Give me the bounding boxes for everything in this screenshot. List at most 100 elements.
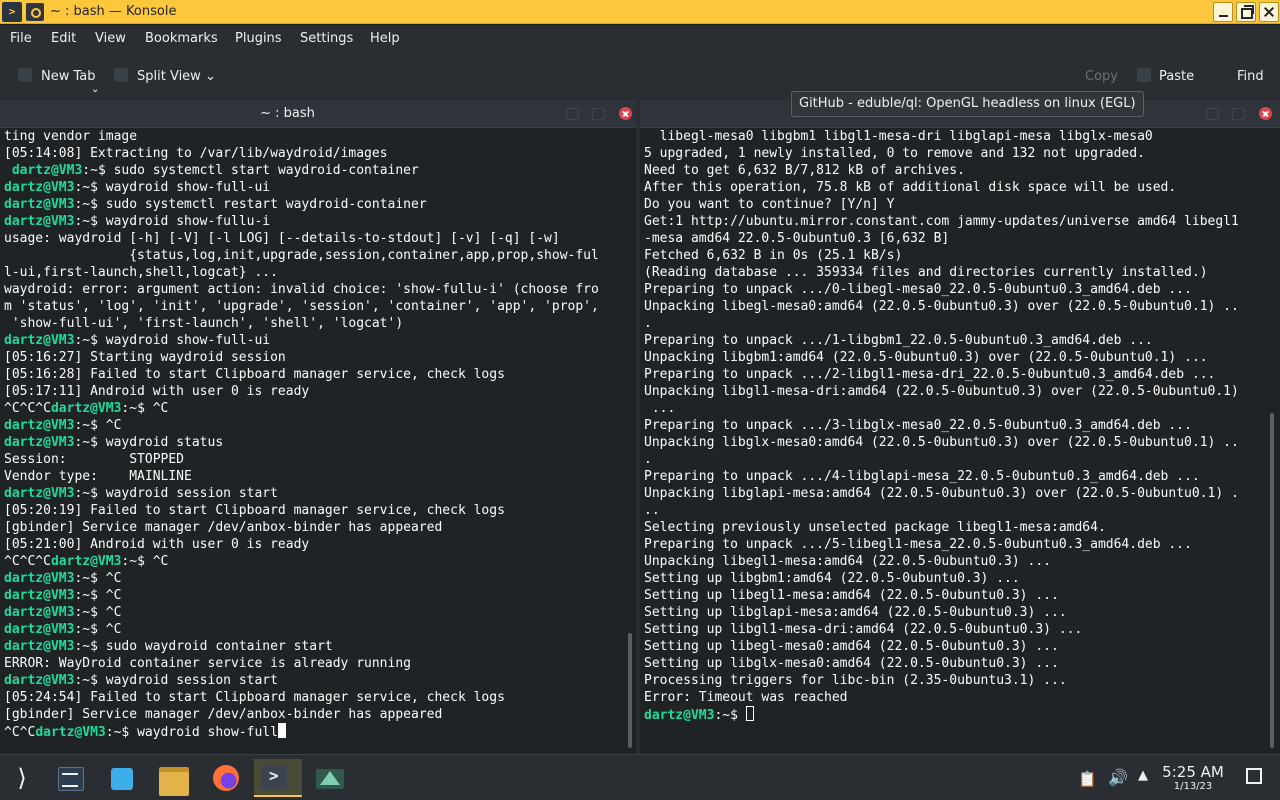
output-text: [05:21:00] Android with user 0 is ready	[4, 537, 310, 552]
prompt-user: dartz@VM3	[644, 708, 715, 723]
output-text: Selecting previously unselected package …	[644, 520, 1106, 535]
split-view-dropdown-icon[interactable]: ⌄	[205, 69, 216, 84]
find-button[interactable]: Find	[1237, 69, 1264, 84]
terminal-cursor	[745, 706, 754, 721]
show-desktop-icon[interactable]	[1246, 768, 1262, 784]
terminal-line: Session: STOPPED	[0, 451, 624, 468]
system-settings-icon[interactable]	[50, 759, 90, 797]
keep-above-pin-icon[interactable]	[26, 3, 44, 21]
terminal-line: dartz@VM3:~$ ^C	[0, 621, 624, 638]
split-view-button[interactable]: Split View	[137, 69, 201, 84]
left-scroll-thumb[interactable]	[628, 633, 632, 748]
terminal-line: ..	[640, 502, 1264, 519]
right-terminal[interactable]: libegl-mesa0 libgbm1 libgl1-mesa-dri lib…	[640, 128, 1264, 754]
title-bar: > ~ : bash — Konsole	[0, 0, 1280, 24]
prompt-user: dartz@VM3	[4, 333, 75, 348]
left-pane-close-icon[interactable]	[619, 107, 632, 120]
menu-settings[interactable]: Settings	[300, 31, 353, 46]
terminal-line: Preparing to unpack .../4-libglapi-mesa_…	[640, 468, 1264, 485]
clock-date[interactable]: 1/13/23	[1162, 781, 1224, 792]
command-text: $ waydroid show-full	[121, 725, 278, 740]
close-window-button[interactable]	[1259, 2, 1279, 22]
prompt-user: dartz@VM3	[4, 605, 75, 620]
terminal-line: Preparing to unpack .../3-libglx-mesa0_2…	[640, 417, 1264, 434]
menu-view[interactable]: View	[95, 31, 126, 46]
prompt-user: dartz@VM3	[4, 197, 75, 212]
terminal-line: dartz@VM3:~$ sudo systemctl restart wayd…	[0, 196, 624, 213]
prompt-path: :~	[74, 180, 91, 195]
terminal-line: dartz@VM3:~$	[640, 706, 1264, 723]
app-icon[interactable]	[310, 759, 350, 797]
prompt-path: :~	[74, 588, 91, 603]
terminal-line: Need to get 6,632 B/7,812 kB of archives…	[640, 162, 1264, 179]
terminal-line: {status,log,init,upgrade,session,contain…	[0, 247, 624, 264]
right-scrollbar[interactable]	[1264, 128, 1280, 754]
terminal-line: dartz@VM3:~$ waydroid show-fullu-i	[0, 213, 624, 230]
terminal-line: Unpacking libglx-mesa0:amd64 (22.0.5-0ub…	[640, 434, 1264, 451]
output-text: Setting up libgl1-mesa-dri:amd64 (22.0.5…	[644, 622, 1083, 637]
line-prefix: ^C^C^C	[4, 401, 51, 416]
tooltip: GitHub - eduble/ql: OpenGL headless on l…	[791, 91, 1144, 117]
output-text: Preparing to unpack .../2-libgl1-mesa-dr…	[644, 367, 1216, 382]
left-tab-title[interactable]: ~ : bash	[200, 106, 375, 121]
prompt-path: :~	[74, 673, 91, 688]
discover-store-icon[interactable]	[102, 759, 142, 797]
command-text: $ sudo waydroid container start	[90, 639, 333, 654]
output-text: waydroid: error: argument action: invali…	[4, 282, 599, 297]
output-text: Preparing to unpack .../4-libglapi-mesa_…	[644, 469, 1200, 484]
terminal-line: ting vendor image	[0, 128, 624, 145]
tray-expand-icon[interactable]: ▲	[1138, 768, 1148, 783]
output-text: Unpacking libegl1-mesa:amd64 (22.0.5-0ub…	[644, 554, 1051, 569]
terminal-line: Processing triggers for libc-bin (2.35-0…	[640, 672, 1264, 689]
left-pane-split-icon[interactable]	[566, 108, 579, 120]
paste-button[interactable]: Paste	[1159, 69, 1194, 84]
output-text: (Reading database ... 359334 files and d…	[644, 265, 1208, 280]
output-text: [05:14:08] Extracting to /var/lib/waydro…	[4, 146, 388, 161]
prompt-path: :~	[714, 708, 731, 723]
prompt-path: :~	[105, 725, 122, 740]
maximize-button[interactable]	[1236, 2, 1256, 22]
terminal-line: libegl-mesa0 libgbm1 libgl1-mesa-dri lib…	[640, 128, 1264, 145]
new-tab-dropdown-icon[interactable]: ⌄	[91, 84, 99, 95]
output-text: [gbinder] Service manager /dev/anbox-bin…	[4, 520, 443, 535]
right-scroll-thumb[interactable]	[1270, 413, 1274, 748]
right-pane-split-icon[interactable]	[1206, 108, 1219, 120]
konsole-task-icon[interactable]	[254, 759, 302, 797]
prompt-user: dartz@VM3	[4, 588, 75, 603]
application-launcher-icon[interactable]: ⟩	[2, 759, 42, 797]
output-text: Processing triggers for libc-bin (2.35-0…	[644, 673, 1067, 688]
left-pane-detach-icon[interactable]	[592, 108, 605, 120]
output-text: ERROR: WayDroid container service is alr…	[4, 656, 411, 671]
command-text: $ waydroid show-full-ui	[90, 180, 271, 195]
konsole-app-icon[interactable]: >	[2, 2, 22, 22]
left-pane-tab-bar: ~ : bash	[0, 100, 636, 128]
new-tab-button[interactable]: New Tab	[41, 69, 96, 84]
right-pane-detach-icon[interactable]	[1232, 108, 1245, 120]
minimize-button[interactable]	[1213, 2, 1233, 22]
terminal-line: Fetched 6,632 B in 0s (25.1 kB/s)	[640, 247, 1264, 264]
firefox-icon[interactable]	[206, 759, 246, 797]
clipboard-icon[interactable]: 📋	[1078, 770, 1097, 788]
menu-edit[interactable]: Edit	[51, 31, 76, 46]
copy-button[interactable]: Copy	[1085, 69, 1118, 84]
terminal-line: l-ui,first-launch,shell,logcat} ...	[0, 264, 624, 281]
file-manager-icon[interactable]	[154, 759, 194, 797]
menu-file[interactable]: File	[10, 31, 32, 46]
prompt-path: :~	[74, 622, 91, 637]
terminal-line: usage: waydroid [-h] [-V] [-l LOG] [--de…	[0, 230, 624, 247]
command-text: $	[730, 708, 746, 723]
terminal-line: [05:14:08] Extracting to /var/lib/waydro…	[0, 145, 624, 162]
volume-icon[interactable]: 🔊	[1108, 768, 1128, 787]
left-terminal[interactable]: ting vendor image [05:14:08] Extracting t…	[0, 128, 624, 754]
right-pane-close-icon[interactable]	[1259, 107, 1272, 120]
terminal-line: Preparing to unpack .../1-libgbm1_22.0.5…	[640, 332, 1264, 349]
menu-help[interactable]: Help	[370, 31, 400, 46]
prompt-user: dartz@VM3	[35, 725, 106, 740]
terminal-line: [05:24:54] Failed to start Clipboard man…	[0, 689, 624, 706]
left-scrollbar[interactable]	[624, 128, 636, 754]
menu-bookmarks[interactable]: Bookmarks	[145, 31, 218, 46]
terminal-line: 'show-full-ui', 'first-launch', 'shell',…	[0, 315, 624, 332]
terminal-line: dartz@VM3:~$ ^C	[0, 604, 624, 621]
clock-time[interactable]: 5:25 AM	[1162, 763, 1224, 781]
menu-plugins[interactable]: Plugins	[235, 31, 282, 46]
